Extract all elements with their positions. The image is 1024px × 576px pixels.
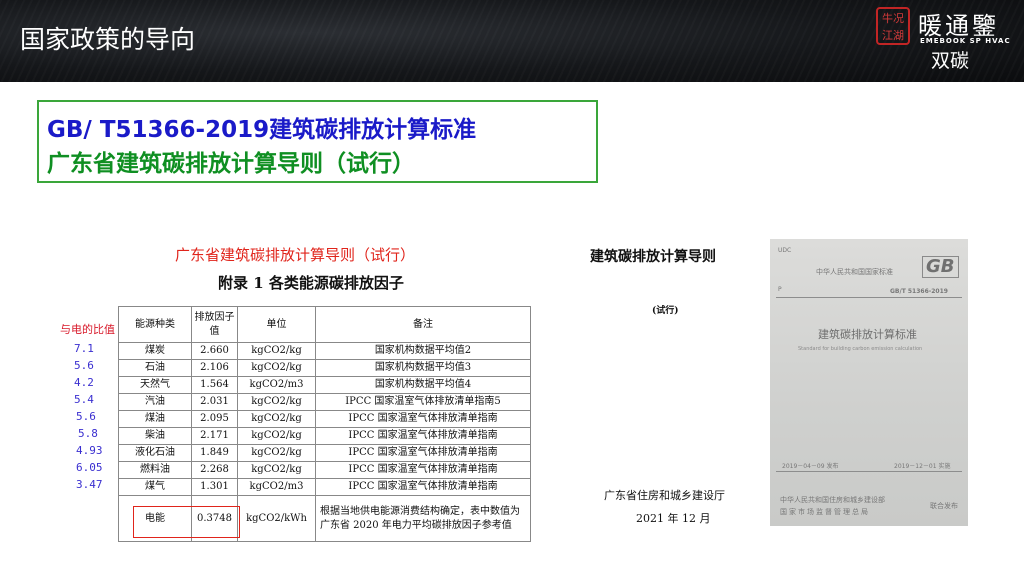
- col-note: 备注: [315, 306, 531, 343]
- appendix-title: 附录 1 各类能源碳排放因子: [218, 274, 404, 292]
- table-row: 石油 2.106 kgCO2/kg 国家机构数据平均值3: [118, 359, 531, 377]
- cover-publish-date: 2019－04－09 发布: [782, 463, 839, 470]
- note-cell: 国家机构数据平均值4: [315, 376, 531, 394]
- unit-cell: kgCO2/kWh: [237, 495, 316, 542]
- unit-cell: kgCO2/kg: [237, 342, 316, 360]
- unit-cell: kgCO2/kg: [237, 427, 316, 445]
- energy-type-cell: 汽油: [118, 393, 192, 411]
- cover-divider: [776, 471, 962, 472]
- cover-udc: UDC: [778, 247, 792, 254]
- note-cell: IPCC 国家温室气体排放清单指南: [315, 410, 531, 428]
- factor-cell: 2.031: [191, 393, 238, 411]
- factor-cell: 2.268: [191, 461, 238, 479]
- ratio-value: 7.1: [74, 342, 94, 355]
- ratio-value: 5.4: [74, 393, 94, 406]
- cover-title-en: Standard for building carbon emission ca…: [798, 346, 923, 352]
- note-cell: IPCC 国家温室气体排放清单指南: [315, 427, 531, 445]
- table-row: 液化石油 1.849 kgCO2/kg IPCC 国家温室气体排放清单指南: [118, 444, 531, 462]
- cover-co-issue: 联合发布: [930, 502, 958, 510]
- standards-box: GB/ T51366-2019建筑碳排放计算标准 广东省建筑碳排放计算导则（试行…: [37, 100, 598, 183]
- note-cell: IPCC 国家温室气体排放清单指南: [315, 461, 531, 479]
- cover-implement-date: 2019－12－01 实施: [894, 463, 951, 470]
- ratio-header: 与电的比值: [60, 323, 115, 336]
- unit-cell: kgCO2/m3: [237, 478, 316, 496]
- guide-cover-trial: (试行): [652, 306, 679, 316]
- energy-type-cell: 石油: [118, 359, 192, 377]
- unit-cell: kgCO2/m3: [237, 376, 316, 394]
- energy-type-cell: 煤油: [118, 410, 192, 428]
- table-row: 煤油 2.095 kgCO2/kg IPCC 国家温室气体排放清单指南: [118, 410, 531, 428]
- header-banner: 国家政策的导向 牛况 江湖 暖通鑒 EMEBOOK SP HVAC 双碳: [0, 0, 1024, 82]
- guangdong-guide-title: 广东省建筑碳排放计算导则（试行）: [47, 151, 415, 177]
- ratio-value: 5.6: [76, 410, 96, 423]
- col-factor: 排放因子值: [191, 306, 238, 343]
- appendix-doc-title: 广东省建筑碳排放计算导则（试行）: [175, 246, 416, 264]
- factor-cell: 1.301: [191, 478, 238, 496]
- factor-cell: 1.564: [191, 376, 238, 394]
- brand-english: EMEBOOK SP HVAC: [920, 37, 1011, 45]
- ratio-value: 3.47: [76, 478, 103, 491]
- unit-cell: kgCO2/kg: [237, 359, 316, 377]
- page-title: 国家政策的导向: [20, 25, 196, 54]
- table-row: 柴油 2.171 kgCO2/kg IPCC 国家温室气体排放清单指南: [118, 427, 531, 445]
- note-cell: IPCC 国家温室气体排放清单指南: [315, 444, 531, 462]
- unit-cell: kgCO2/kg: [237, 444, 316, 462]
- factor-cell: 2.660: [191, 342, 238, 360]
- gb-logo-icon: GB: [922, 256, 959, 278]
- energy-type-cell: 煤气: [118, 478, 192, 496]
- energy-type-cell: 天然气: [118, 376, 192, 394]
- cover-issuer-2: 国家市场监督管理总局: [780, 508, 870, 516]
- header-tag: 双碳: [931, 50, 970, 72]
- guide-cover-title: 建筑碳排放计算导则: [590, 249, 716, 265]
- unit-cell: kgCO2/kg: [237, 461, 316, 479]
- note-cell: 根据当地供电能源消费结构确定，表中数值为广东省 2020 年电力平均碳排放因子参…: [315, 495, 531, 542]
- cover-gb-number: GB/T 51366-2019: [890, 288, 948, 295]
- unit-cell: kgCO2/kg: [237, 393, 316, 411]
- ratio-value: 4.93: [76, 444, 103, 457]
- gb-standard-title: GB/ T51366-2019建筑碳排放计算标准: [47, 117, 477, 143]
- brand-logo: 暖通鑒: [918, 12, 999, 40]
- col-unit: 单位: [237, 306, 316, 343]
- table-row: 煤炭 2.660 kgCO2/kg 国家机构数据平均值2: [118, 342, 531, 360]
- energy-type-cell: 柴油: [118, 427, 192, 445]
- factor-cell: 2.095: [191, 410, 238, 428]
- ratio-value: 5.6: [74, 359, 94, 372]
- note-cell: IPCC 国家温室气体排放清单指南: [315, 478, 531, 496]
- note-cell: 国家机构数据平均值3: [315, 359, 531, 377]
- ratio-value: 4.2: [74, 376, 94, 389]
- ratio-value: 5.8: [78, 427, 98, 440]
- cover-title-cn: 建筑碳排放计算标准: [818, 328, 917, 341]
- cover-standard-org: 中华人民共和国国家标准: [816, 268, 893, 276]
- factor-cell: 2.106: [191, 359, 238, 377]
- energy-type-cell: 液化石油: [118, 444, 192, 462]
- table-row: 汽油 2.031 kgCO2/kg IPCC 国家温室气体排放清单指南5: [118, 393, 531, 411]
- table-row: 天然气 1.564 kgCO2/m3 国家机构数据平均值4: [118, 376, 531, 394]
- factor-cell: 1.849: [191, 444, 238, 462]
- table-row: 煤气 1.301 kgCO2/m3 IPCC 国家温室气体排放清单指南: [118, 478, 531, 496]
- energy-type-cell: 煤炭: [118, 342, 192, 360]
- col-energy-type: 能源种类: [118, 306, 192, 343]
- guide-cover-date: 2021 年 12 月: [636, 512, 711, 525]
- table-header-row: 能源种类 排放因子值 单位 备注: [118, 306, 531, 343]
- cover-issuer-1: 中华人民共和国住房和城乡建设部: [780, 496, 885, 504]
- note-cell: 国家机构数据平均值2: [315, 342, 531, 360]
- gb-standard-cover-image: UDC 中华人民共和国国家标准 GB P GB/T 51366-2019 建筑碳…: [770, 239, 968, 526]
- electricity-highlight: [133, 506, 240, 538]
- factor-cell: 2.171: [191, 427, 238, 445]
- cover-p-mark: P: [778, 286, 782, 293]
- energy-type-cell: 燃料油: [118, 461, 192, 479]
- guide-cover-issuer: 广东省住房和城乡建设厅: [604, 489, 725, 502]
- ratio-value: 6.05: [76, 461, 103, 474]
- note-cell: IPCC 国家温室气体排放清单指南5: [315, 393, 531, 411]
- unit-cell: kgCO2/kg: [237, 410, 316, 428]
- seal-logo: 牛况 江湖: [876, 7, 910, 45]
- table-row: 燃料油 2.268 kgCO2/kg IPCC 国家温室气体排放清单指南: [118, 461, 531, 479]
- cover-divider: [776, 297, 962, 298]
